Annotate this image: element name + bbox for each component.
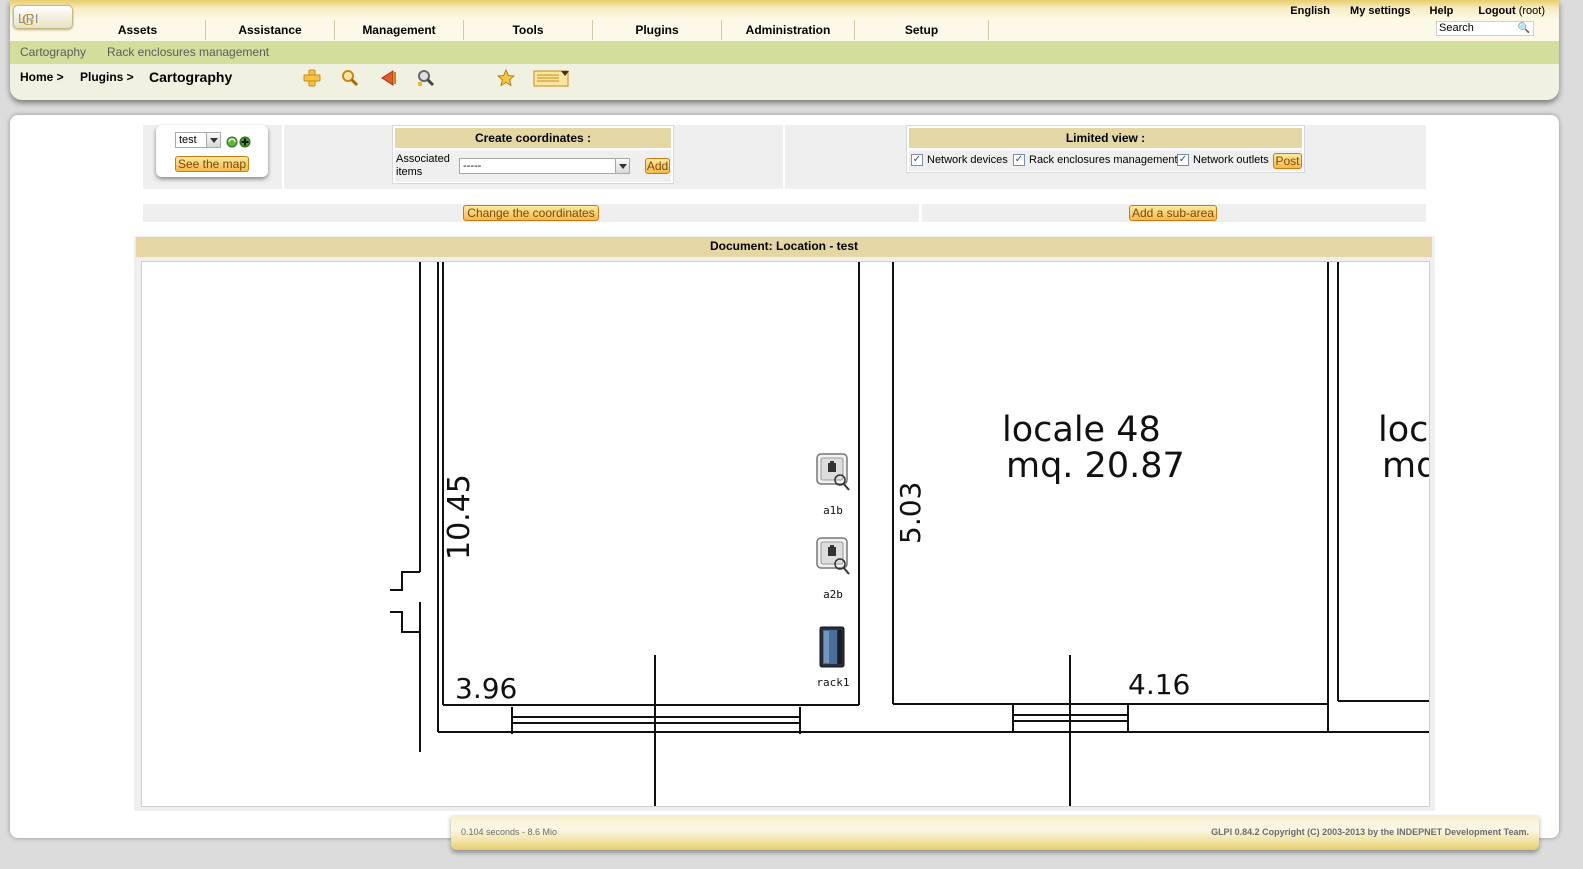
refresh-icon[interactable] (226, 136, 238, 148)
dimension-label-bottom-left: 3.96 (455, 672, 518, 705)
floor-plan-drawing (390, 262, 1429, 806)
associated-items-label: Associated items (396, 153, 450, 179)
my-settings-link[interactable]: My settings (1350, 5, 1411, 17)
submenu-rack-enclosures[interactable]: Rack enclosures management (107, 45, 269, 59)
divider (282, 125, 284, 189)
network-devices-label: Network devices (927, 154, 1008, 166)
location-select[interactable]: test (175, 132, 221, 148)
footer-copyright[interactable]: GLPI 0.84.2 Copyright (C) 2003-2013 by t… (1211, 827, 1529, 837)
menu-tools[interactable]: Tools (464, 20, 593, 40)
menu-administration[interactable]: Administration (722, 20, 855, 40)
map-item-rack1[interactable]: rack1 (815, 626, 851, 689)
associated-label-line2: items (396, 166, 423, 178)
menu-setup[interactable]: Setup (855, 20, 989, 40)
breadcrumb-plugins[interactable]: Plugins > (80, 70, 134, 84)
chevron-down-icon (615, 159, 629, 173)
search-icon-toolbar[interactable] (341, 69, 359, 87)
rack-enclosures-label: Rack enclosures management (1029, 154, 1178, 166)
help-link[interactable]: Help (1430, 5, 1454, 17)
see-the-map-button[interactable]: See the map (175, 156, 249, 172)
map-item-label: rack1 (816, 676, 850, 689)
dimension-label-bottom-right: 4.16 (1128, 668, 1191, 701)
submenu-cartography[interactable]: Cartography (20, 45, 86, 59)
network-outlet-icon (816, 537, 850, 575)
menu-assets[interactable]: Assets (70, 20, 206, 40)
header: G LPI English My settings Help Logout (ro… (10, 0, 1559, 100)
main-menu: Assets Assistance Management Tools Plugi… (70, 20, 989, 40)
room2-label-line1: loca (1378, 410, 1429, 450)
search-input[interactable]: Search 🔍 (1436, 21, 1534, 36)
document-title: Document: Location - test (136, 237, 1432, 257)
network-outlet-icon (816, 453, 850, 491)
room-label: locale 48 mq. 20.87 (1002, 412, 1185, 484)
search-icon[interactable]: 🔍 (1518, 22, 1530, 35)
network-outlets-checkbox[interactable]: ✓ (1177, 154, 1189, 166)
room-label-line1: locale 48 (1002, 410, 1161, 450)
dimension-label-mid: 5.03 (894, 481, 927, 544)
display-options-icon[interactable] (533, 69, 571, 87)
post-button[interactable]: Post (1273, 153, 1302, 169)
associated-items-select-value: ----- (463, 160, 482, 172)
page-title: Cartography (149, 69, 233, 85)
footer-timing: 0.104 seconds - 8.6 Mio (461, 827, 558, 837)
network-devices-checkbox[interactable]: ✓ (911, 154, 923, 166)
search-input-value: Search (1439, 22, 1474, 34)
add-subarea-button[interactable]: Add a sub-area (1129, 205, 1217, 221)
limited-view-title: Limited view : (909, 128, 1302, 148)
add-button[interactable]: Add (645, 158, 670, 174)
submenu: Cartography Rack enclosures management (10, 41, 1559, 64)
floor-plan-map[interactable]: 10.45 5.03 3.96 4.16 locale 48 mq. 20.87… (141, 261, 1430, 807)
top-bar: G LPI English My settings Help Logout (ro… (10, 0, 1559, 41)
menu-assistance[interactable]: Assistance (206, 20, 335, 40)
rack-enclosures-checkbox[interactable]: ✓ (1013, 154, 1025, 166)
divider (783, 125, 785, 189)
search-options-icon[interactable] (417, 69, 435, 87)
breadcrumb: Home > Plugins > Cartography (10, 64, 1559, 100)
logout-link[interactable]: Logout (root) (1478, 5, 1545, 17)
room-label-line2: mq. 20.87 (1006, 446, 1185, 486)
associated-label-line1: Associated (396, 153, 450, 165)
logout-label: Logout (1478, 5, 1516, 17)
rack-icon (819, 626, 845, 668)
chevron-down-icon (206, 133, 220, 147)
map-item-label: a2b (823, 588, 843, 601)
add-icon[interactable] (303, 69, 321, 87)
top-links: English My settings Help Logout (root) (1290, 5, 1545, 17)
breadcrumb-home[interactable]: Home > (20, 70, 64, 84)
bookmark-star-icon[interactable] (497, 69, 515, 87)
back-arrow-icon[interactable] (379, 69, 397, 87)
change-coordinates-button[interactable]: Change the coordinates (463, 205, 599, 221)
create-coordinates-title: Create coordinates : (395, 128, 671, 148)
menu-plugins[interactable]: Plugins (593, 20, 722, 40)
map-item-label: a1b (823, 504, 843, 517)
dimension-label-left: 10.45 (442, 474, 477, 560)
network-outlets-label: Network outlets (1193, 154, 1269, 166)
map-selector-panel: test See the map (156, 125, 268, 177)
logout-user: (root) (1518, 5, 1545, 17)
map-item-a2b[interactable]: a2b (815, 536, 851, 601)
footer: 0.104 seconds - 8.6 Mio GLPI 0.84.2 Copy… (451, 815, 1539, 850)
menu-management[interactable]: Management (335, 20, 464, 40)
associated-items-select[interactable]: ----- (459, 158, 630, 174)
glpi-logo[interactable]: G LPI (13, 5, 73, 29)
room-label-partial: loca mq (1378, 410, 1429, 486)
room2-label-line2: mq (1382, 446, 1429, 486)
location-select-value: test (179, 134, 197, 146)
add-location-icon[interactable] (239, 136, 251, 148)
language-link[interactable]: English (1290, 5, 1330, 17)
map-item-a1b[interactable]: a1b (815, 452, 851, 517)
